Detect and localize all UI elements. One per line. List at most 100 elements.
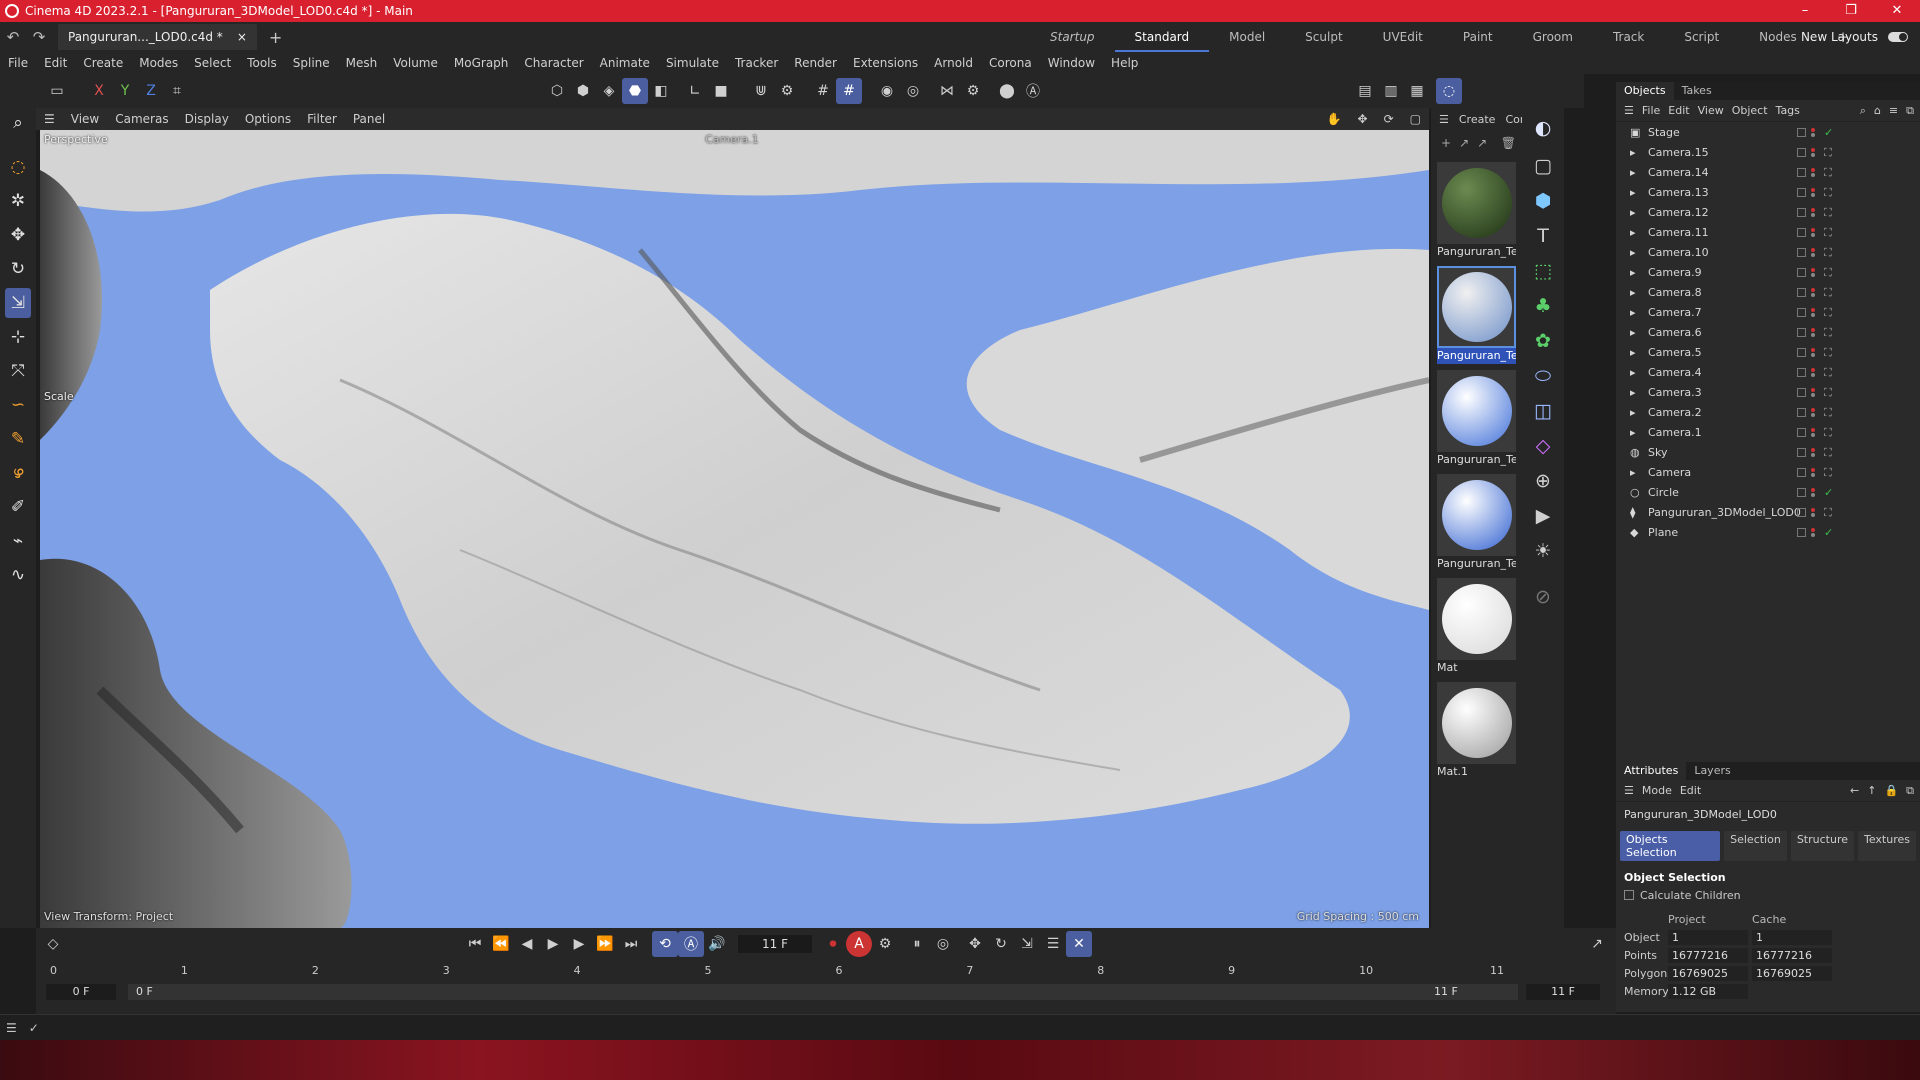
maximize-view-icon[interactable]: ▢ [1402, 112, 1429, 126]
layout-tab-script[interactable]: Script [1664, 22, 1739, 52]
deformer-icon[interactable]: ✿ [1529, 326, 1557, 356]
camera-tool-icon[interactable]: ◐ [1529, 113, 1557, 143]
autokey-icon[interactable]: A [846, 931, 872, 957]
visibility-dots-icon[interactable] [1811, 527, 1816, 538]
calculate-children-checkbox[interactable] [1624, 890, 1634, 900]
object-row[interactable]: ▸ Camera.1 ⛶ [1616, 422, 1920, 442]
restore-icon[interactable]: ❐ [1828, 0, 1874, 22]
orbit-icon[interactable]: ⟳ [1376, 112, 1402, 126]
attr-tab-selection[interactable]: Selection [1724, 831, 1787, 861]
end-frame-field[interactable]: 11 F [1526, 984, 1600, 1000]
tab-objects[interactable]: Objects [1616, 82, 1674, 100]
hud-icon[interactable]: ▭ [44, 78, 70, 104]
menu-mograph[interactable]: MoGraph [446, 56, 517, 70]
prev-key-icon[interactable]: ⏪ [488, 931, 514, 957]
add-material-icon[interactable]: + [1441, 136, 1451, 150]
next-key-icon[interactable]: ⏩ [592, 931, 618, 957]
go-to-end-icon[interactable]: ⏭ [618, 931, 644, 957]
add-tab-button[interactable]: + [269, 28, 282, 47]
object-layer-checkbox[interactable] [1797, 287, 1806, 297]
layout-tab-model[interactable]: Model [1209, 22, 1285, 52]
protection-tag-icon[interactable]: ⛶ [1824, 227, 1835, 238]
solo-icon[interactable]: ◉ [874, 78, 900, 104]
attr-hamburger-icon[interactable]: ☰ [1624, 784, 1634, 797]
material-action2-icon[interactable]: ↗ [1477, 136, 1487, 150]
light-icon[interactable]: ☀ [1529, 536, 1557, 566]
object-layer-checkbox[interactable] [1797, 327, 1806, 337]
attr-up-icon[interactable]: ↑ [1867, 784, 1876, 797]
menu-edit[interactable]: Edit [36, 56, 75, 70]
objects-menu-tags[interactable]: Tags [1776, 104, 1800, 117]
protection-tag-icon[interactable]: ⛶ [1824, 247, 1835, 258]
keyframe-icon[interactable]: ◇ [40, 931, 66, 957]
motion-icon[interactable]: ⏸ [904, 931, 930, 957]
lasso-icon[interactable]: ∽ [5, 390, 31, 420]
go-to-start-icon[interactable]: ⏮ [462, 931, 488, 957]
undo-icon[interactable]: ↶ [0, 28, 26, 46]
interactive-render-icon[interactable]: ◌ [1436, 78, 1462, 104]
menu-modes[interactable]: Modes [131, 56, 186, 70]
attr-menu-edit[interactable]: Edit [1680, 784, 1701, 797]
menu-select[interactable]: Select [186, 56, 239, 70]
object-row[interactable]: ⧫ Pangururan_3DModel_LOD0 ⛶ [1616, 502, 1920, 522]
viewport-menu-panel[interactable]: Panel [345, 112, 393, 126]
object-layer-checkbox[interactable] [1797, 507, 1806, 517]
material-swatch[interactable]: Pangururan_Textu [1437, 474, 1516, 572]
protection-tag-icon[interactable]: ⛶ [1824, 427, 1835, 438]
select-options-icon[interactable]: ✲ [5, 186, 31, 216]
lock-view-icon[interactable]: ⬤ [994, 78, 1020, 104]
layout-tab-sculpt[interactable]: Sculpt [1285, 22, 1362, 52]
scale-key-icon[interactable]: ⇲ [1014, 931, 1040, 957]
enabled-check-icon[interactable]: ✓ [1824, 527, 1835, 538]
start-frame-field[interactable]: 0 F [46, 984, 116, 1000]
object-layer-checkbox[interactable] [1797, 427, 1806, 437]
timeline-window-icon[interactable]: ↗ [1584, 931, 1610, 957]
object-layer-checkbox[interactable] [1797, 467, 1806, 477]
visibility-dots-icon[interactable] [1811, 227, 1816, 238]
layout-tab-startup[interactable]: Startup [1030, 22, 1115, 52]
preview-range-bar[interactable]: 0 F [128, 984, 1518, 1000]
symmetry-icon[interactable]: ⋈ [934, 78, 960, 104]
visibility-dots-icon[interactable] [1811, 307, 1816, 318]
visibility-dots-icon[interactable] [1811, 167, 1816, 178]
z-axis-lock[interactable]: Z [138, 78, 164, 104]
dope-icon[interactable]: ◎ [930, 931, 956, 957]
protection-tag-icon[interactable]: ⛶ [1824, 387, 1835, 398]
timeline-ruler[interactable]: 0 1 2 3 4 5 6 7 8 9 10 11 [50, 960, 1616, 982]
objects-newwindow-icon[interactable]: ⧉ [1906, 104, 1914, 118]
menu-render[interactable]: Render [786, 56, 845, 70]
loop-icon[interactable]: ⟲ [652, 931, 678, 957]
protection-tag-icon[interactable]: ⛶ [1824, 447, 1835, 458]
object-layer-checkbox[interactable] [1797, 207, 1806, 217]
attr-tab-textures[interactable]: Textures [1858, 831, 1916, 861]
cube-icon[interactable]: ⬢ [1529, 186, 1557, 216]
object-row[interactable]: ▸ Camera.11 ⛶ [1616, 222, 1920, 242]
objects-home-icon[interactable]: ⌂ [1874, 104, 1881, 117]
layout-tab-standard[interactable]: Standard [1114, 22, 1210, 52]
objects-menu-object[interactable]: Object [1732, 104, 1768, 117]
tab-attributes[interactable]: Attributes [1616, 762, 1687, 780]
next-frame-icon[interactable]: ▶ [566, 931, 592, 957]
menu-arnold[interactable]: Arnold [926, 56, 981, 70]
protection-tag-icon[interactable]: ⛶ [1824, 187, 1835, 198]
redo-icon[interactable]: ↷ [26, 28, 52, 46]
object-row[interactable]: ▸ Camera.4 ⛶ [1616, 362, 1920, 382]
menu-file[interactable]: File [0, 56, 36, 70]
protection-tag-icon[interactable]: ⛶ [1824, 207, 1835, 218]
protection-tag-icon[interactable]: ⛶ [1824, 167, 1835, 178]
attr-lock-icon[interactable]: 🔒 [1884, 784, 1898, 797]
attr-back-icon[interactable]: ← [1850, 784, 1859, 797]
object-row[interactable]: ▸ Camera.12 ⛶ [1616, 202, 1920, 222]
symmetry-settings-icon[interactable]: ⚙ [960, 78, 986, 104]
object-layer-checkbox[interactable] [1797, 387, 1806, 397]
objects-menu-file[interactable]: File [1642, 104, 1660, 117]
knife-icon[interactable]: ⌁ [5, 526, 31, 556]
record-icon[interactable]: ⏺ [820, 931, 846, 957]
menu-extensions[interactable]: Extensions [845, 56, 926, 70]
auto-keying-icon[interactable]: Ⓐ [1020, 78, 1046, 104]
brush-icon[interactable]: ✐ [5, 492, 31, 522]
dolly-icon[interactable]: ✥ [1350, 112, 1376, 126]
protection-tag-icon[interactable]: ⛶ [1824, 407, 1835, 418]
sculpt-icon[interactable]: ∿ [5, 560, 31, 590]
object-row[interactable]: ▸ Camera.14 ⛶ [1616, 162, 1920, 182]
